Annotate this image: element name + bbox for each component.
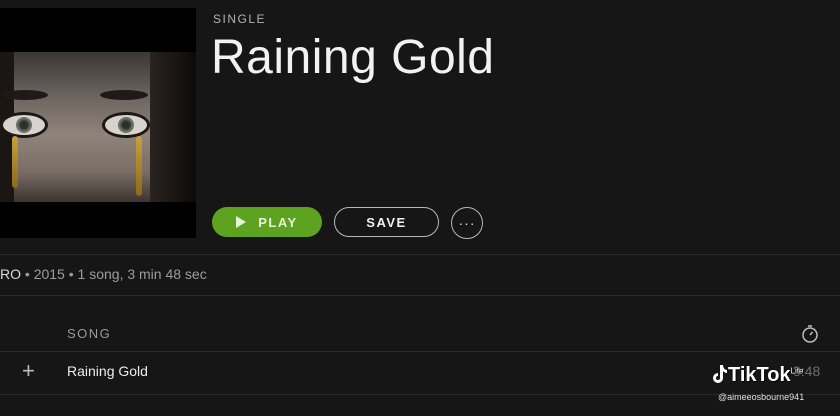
meta-separator: • [64,266,78,282]
release-year: 2015 [33,266,65,282]
track-summary: 1 song, 3 min 48 sec [77,266,207,282]
save-button[interactable]: SAVE [334,207,439,237]
tiktok-handle: @aimeeosbourne941 [718,392,805,402]
album-page: SINGLE Raining Gold PLAY SAVE ··· RO • 2… [0,0,840,416]
more-options-button[interactable]: ··· [451,207,483,239]
play-icon [236,216,247,228]
album-cover-art[interactable] [0,8,196,238]
divider [0,254,840,255]
album-type-label: SINGLE [213,12,267,26]
tiktok-lite-label: Lite [790,366,804,376]
column-header-song[interactable]: SONG [67,326,111,341]
more-icon: ··· [458,215,476,231]
divider [0,351,840,352]
album-title: Raining Gold [211,31,495,84]
cover-face-image [0,52,196,202]
track-title: Raining Gold [67,363,148,379]
tiktok-watermark: TikTokLite @aimeeosbourne941 [710,364,838,408]
clock-icon[interactable] [801,324,819,344]
tiktok-brand: TikTok [728,364,791,386]
save-button-label: SAVE [366,214,407,230]
album-metadata: RO • 2015 • 1 song, 3 min 48 sec [0,266,207,282]
meta-separator: • [21,266,34,282]
play-button-label: PLAY [258,214,298,230]
tiktok-logo: TikTokLite [710,364,804,387]
divider [0,295,840,296]
artist-name[interactable]: RO [0,266,21,282]
plus-icon[interactable]: + [22,360,35,382]
cover-top-band [0,8,196,52]
tiktok-note-icon [713,365,727,383]
cover-bottom-band [0,202,196,238]
play-button[interactable]: PLAY [212,207,322,237]
